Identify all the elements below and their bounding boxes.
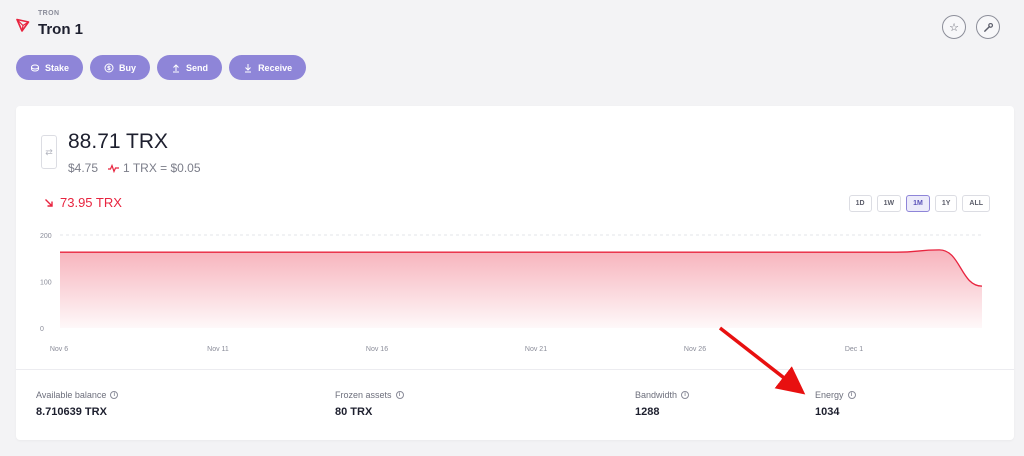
y-tick-label: 0 bbox=[40, 326, 44, 333]
download-icon bbox=[245, 63, 252, 72]
network-label: TRON bbox=[38, 10, 60, 17]
balance-card: ⇄ 88.71 TRX $4.75 1 TRX = $0.05 73.95 TR… bbox=[16, 106, 1014, 440]
info-icon[interactable]: i bbox=[395, 391, 404, 399]
x-tick-label: Nov 11 bbox=[207, 346, 229, 353]
balance-chart: 0 100 200 Nov 6 Nov 11 Nov 16 Nov 21 Nov 26 Dec … bbox=[40, 233, 983, 353]
send-button[interactable]: Send bbox=[157, 55, 223, 80]
stake-label: Stake bbox=[45, 62, 70, 73]
card-divider bbox=[16, 369, 1014, 370]
stat-value: 1034 bbox=[815, 406, 840, 418]
dollar-icon: $ bbox=[104, 63, 114, 72]
stake-button[interactable]: Stake bbox=[16, 55, 84, 80]
action-bar: Stake $ Buy Send Receive bbox=[16, 55, 307, 80]
x-tick-label: Nov 26 bbox=[684, 346, 706, 353]
stat-value: 1288 bbox=[635, 406, 660, 418]
stat-bandwidth: Bandwidth i 1288 bbox=[635, 390, 690, 418]
star-icon: ☆ bbox=[949, 21, 959, 34]
info-icon[interactable]: i bbox=[681, 391, 690, 399]
area-fill bbox=[60, 249, 982, 328]
info-icon[interactable]: i bbox=[110, 391, 119, 399]
stake-icon bbox=[31, 64, 39, 72]
account-header: TRON Tron 1 ☆ bbox=[16, 8, 1008, 44]
x-tick-label: Nov 21 bbox=[525, 346, 547, 353]
stat-value: 80 TRX bbox=[335, 406, 373, 418]
account-title: Tron 1 bbox=[38, 21, 84, 38]
stat-label: Frozen assets bbox=[335, 390, 392, 400]
upload-icon bbox=[173, 63, 180, 72]
stat-label: Available balance bbox=[36, 390, 107, 400]
favorite-button[interactable]: ☆ bbox=[942, 15, 966, 39]
tron-logo-icon bbox=[16, 18, 30, 32]
buy-button[interactable]: $ Buy bbox=[90, 55, 151, 80]
y-tick-label: 100 bbox=[40, 280, 52, 287]
send-label: Send bbox=[186, 62, 209, 73]
receive-button[interactable]: Receive bbox=[229, 55, 307, 80]
x-tick-label: Dec 1 bbox=[845, 346, 863, 353]
receive-label: Receive bbox=[258, 62, 293, 73]
stat-value: 8.710639 TRX bbox=[36, 406, 107, 418]
stat-label: Bandwidth bbox=[635, 390, 678, 400]
stat-label: Energy bbox=[815, 390, 844, 400]
svg-text:$: $ bbox=[107, 65, 111, 72]
info-icon[interactable]: i bbox=[847, 391, 856, 399]
x-tick-label: Nov 16 bbox=[366, 346, 388, 353]
settings-button[interactable] bbox=[976, 15, 1000, 39]
wrench-icon bbox=[983, 22, 993, 32]
stat-energy: Energy i 1034 bbox=[815, 390, 856, 418]
y-tick-label: 200 bbox=[40, 233, 52, 240]
stat-frozen-assets: Frozen assets i 80 TRX bbox=[335, 390, 404, 418]
x-tick-label: Nov 6 bbox=[50, 346, 68, 353]
buy-label: Buy bbox=[119, 62, 137, 73]
stat-available-balance: Available balance i 8.710639 TRX bbox=[36, 390, 119, 418]
